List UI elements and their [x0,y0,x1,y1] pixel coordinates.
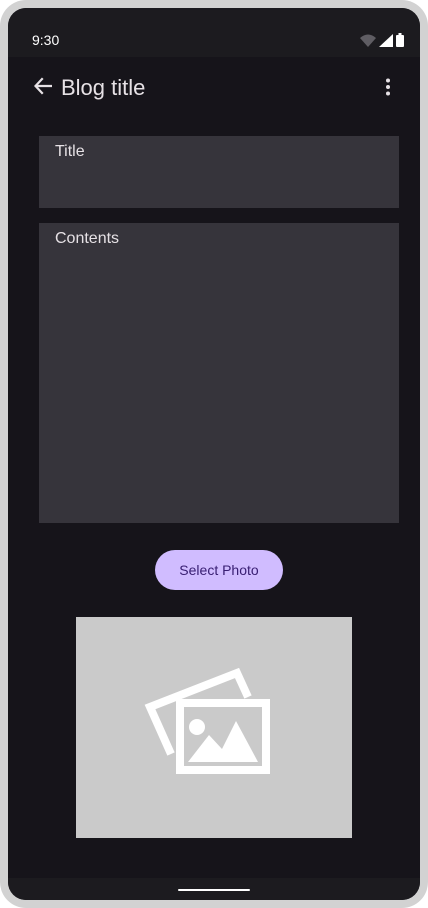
photo-preview [76,617,352,838]
contents-field-placeholder: Contents [55,230,120,247]
top-app-bar: Blog title [8,57,420,121]
image-placeholder-icon [144,667,270,774]
title-field[interactable]: Title [39,136,399,208]
title-field-placeholder: Title [55,143,85,160]
page-title: Blog title [61,75,146,100]
more-vert-icon [385,78,391,101]
screen: 9:30 Blog title Title Contents Select Ph… [8,8,420,900]
arrow-back-icon [33,76,53,100]
contents-field[interactable]: Contents [39,223,399,523]
status-icons [360,33,404,52]
navigation-bar [8,878,420,900]
battery-icon [396,33,404,52]
device-frame: 9:30 Blog title Title Contents Select Ph… [0,0,428,908]
wifi-icon [360,34,376,52]
status-time: 9:30 [32,32,60,48]
status-bar: 9:30 [8,8,420,57]
signal-icon [379,34,393,52]
back-button[interactable] [30,75,56,101]
home-indicator[interactable] [178,889,250,891]
select-photo-button[interactable]: Select Photo [155,550,283,590]
overflow-menu-button[interactable] [380,77,396,101]
